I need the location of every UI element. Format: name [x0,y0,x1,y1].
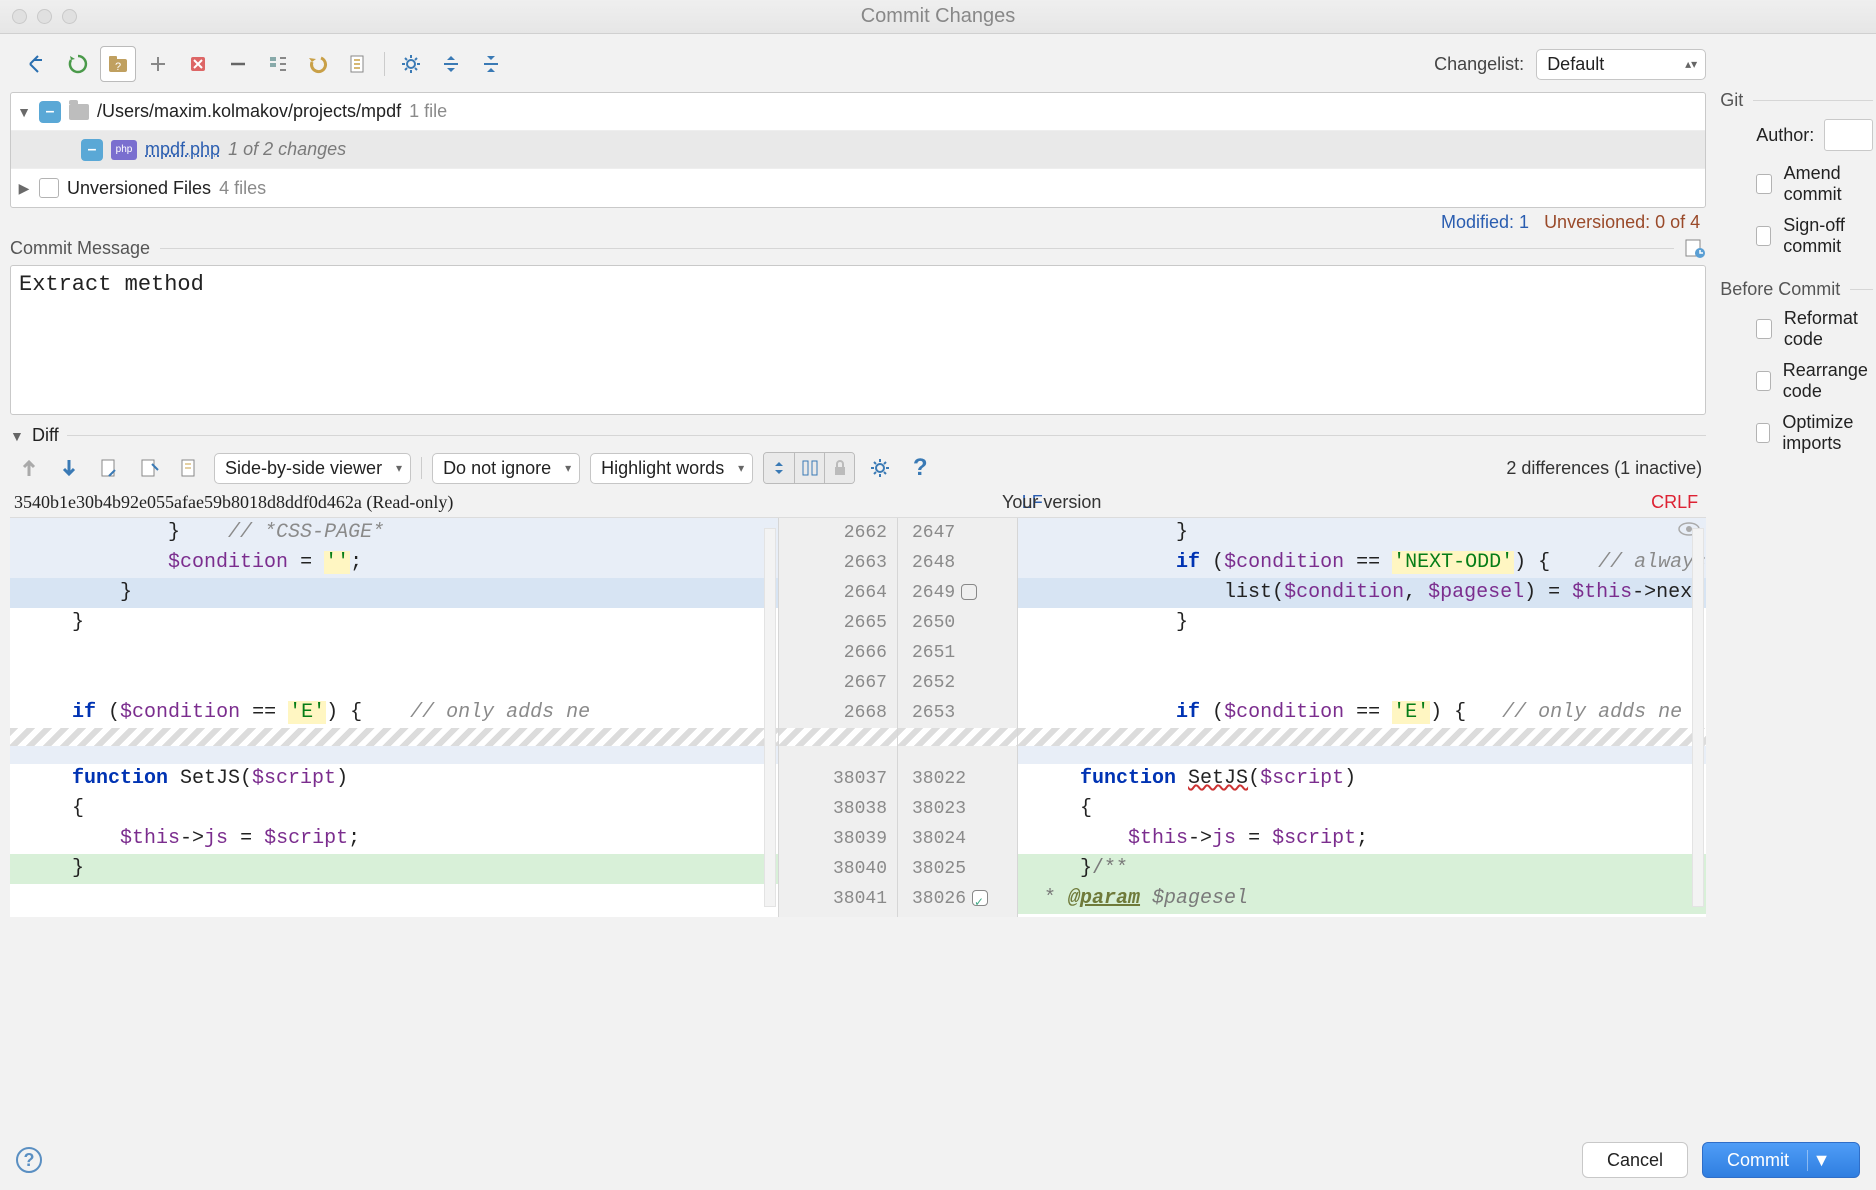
tree-row-file[interactable]: – php mpdf.php 1 of 2 changes [11,131,1705,169]
tree-row-project[interactable]: ▼ – /Users/maxim.kolmakov/projects/mpdf … [11,93,1705,131]
chevron-right-icon[interactable]: ▶ [17,180,31,197]
checkbox-partial-icon[interactable]: – [39,101,61,123]
help-icon[interactable]: ? [905,453,935,483]
show-diff-icon[interactable] [20,46,56,82]
tree-count: 4 files [219,178,266,199]
optimize-checkbox[interactable] [1756,423,1770,443]
diff-settings-icon[interactable] [865,453,895,483]
lock-icon[interactable] [824,453,854,483]
window-title: Commit Changes [0,5,1876,28]
git-section-label: Git [1720,90,1743,111]
refresh-icon[interactable] [60,46,96,82]
author-input[interactable] [1824,119,1873,151]
remove-icon[interactable] [220,46,256,82]
rearrange-label: Rearrange code [1783,360,1873,402]
diff-section-header: ▼ Diff [10,425,1706,446]
chevron-updown-icon: ▴▾ [1685,58,1697,70]
include-change-marker[interactable] [961,584,977,600]
tree-file-changes: 1 of 2 changes [228,139,346,160]
next-diff-icon[interactable] [54,453,84,483]
commit-message-label: Commit Message [10,238,150,259]
svg-text:?: ? [115,61,121,73]
chevron-down-icon: ▾ [565,461,571,475]
group-by-directory-icon[interactable]: ? [100,46,136,82]
cancel-button[interactable]: Cancel [1582,1142,1688,1178]
folder-icon [69,104,89,120]
checkbox-unchecked[interactable] [39,178,59,198]
add-icon[interactable] [140,46,176,82]
rearrange-checkbox[interactable] [1756,371,1771,391]
new-changelist-icon[interactable] [340,46,376,82]
delete-icon[interactable] [180,46,216,82]
right-eol-label: CRLF [1651,492,1698,513]
help-icon[interactable]: ? [16,1147,42,1173]
scrollbar[interactable] [764,528,776,907]
reformat-checkbox[interactable] [1756,319,1772,339]
vcs-status-summary: Modified: 1 Unversioned: 0 of 4 [10,208,1706,233]
diff-highlight-select[interactable]: Highlight words▾ [590,453,753,484]
right-revision-label: Your version [1002,492,1101,513]
scrollbar[interactable] [1692,528,1704,907]
diff-right-gutter: 26472648 2649 265026512652 2653 38022380… [898,518,1018,917]
diff-viewer-select[interactable]: Side-by-side viewer▾ [214,453,411,484]
diff-toolbar: Side-by-side viewer▾ Do not ignore▾ High… [10,448,1706,490]
diff-pane[interactable]: } // *CSS-PAGE* $condition = ''; } } if … [10,517,1706,917]
chevron-down-icon[interactable]: ▼ [17,104,31,120]
signoff-checkbox[interactable] [1756,226,1771,246]
sync-scroll-icon[interactable] [794,453,824,483]
diff-right-code[interactable]: } if ($condition == 'NEXT-ODD') { // alw… [1018,518,1706,917]
changelist-label: Changelist: [1434,54,1524,75]
compare-icon[interactable] [134,453,164,483]
commit-button[interactable]: Commit ▼ [1702,1142,1860,1178]
diff-ignore-select[interactable]: Do not ignore▾ [432,453,580,484]
left-pane: ? Changelist: Default ▴▾ ▼ – /Users/ [0,34,1716,1130]
reformat-label: Reformat code [1784,308,1873,350]
checkbox-partial-icon[interactable]: – [81,139,103,161]
right-pane: Git Author: Amend commit Sign-off commit… [1716,34,1876,1130]
dialog-footer: ? Cancel Commit ▼ [0,1130,1876,1190]
diff-left-gutter: 266226632664 266526662667 2668 380373803… [778,518,898,917]
diff-pane-header: 3540b1e30b4b92e055afae59b8018d8ddf0d462a… [10,490,1706,517]
chevron-down-icon: ▾ [396,461,402,475]
tree-row-unversioned[interactable]: ▶ Unversioned Files 4 files [11,169,1705,207]
changelist-value: Default [1547,54,1604,74]
collapse-all-icon[interactable] [473,46,509,82]
settings-icon[interactable] [393,46,429,82]
history-icon[interactable] [1684,237,1706,259]
diff-summary: 2 differences (1 inactive) [1506,458,1702,479]
collapse-unchanged-icon[interactable] [764,453,794,483]
signoff-label: Sign-off commit [1783,215,1873,257]
optimize-label: Optimize imports [1782,412,1873,454]
tree-file-name: mpdf.php [145,139,220,160]
tree-label: Unversioned Files [67,178,211,199]
amend-label: Amend commit [1784,163,1874,205]
revert-icon[interactable] [300,46,336,82]
tree-path: /Users/maxim.kolmakov/projects/mpdf [97,101,401,122]
expand-all-icon[interactable] [433,46,469,82]
diff-label: Diff [32,425,59,446]
chevron-down-icon: ▾ [738,461,744,475]
prev-diff-icon[interactable] [14,453,44,483]
changelist-select[interactable]: Default ▴▾ [1536,49,1706,80]
chevron-down-icon[interactable]: ▼ [10,428,24,444]
edit-icon[interactable] [174,453,204,483]
commit-message-header: Commit Message [10,237,1706,259]
changed-files-tree[interactable]: ▼ – /Users/maxim.kolmakov/projects/mpdf … [10,92,1706,208]
before-commit-label: Before Commit [1720,279,1840,300]
author-label: Author: [1756,125,1814,146]
commit-message-input[interactable]: Extract method [10,265,1706,415]
tree-file-count: 1 file [409,101,447,122]
amend-checkbox[interactable] [1756,174,1771,194]
left-revision-label: 3540b1e30b4b92e055afae59b8018d8ddf0d462a… [14,492,453,513]
php-file-icon: php [111,140,137,160]
jump-to-source-icon[interactable] [94,453,124,483]
titlebar: Commit Changes [0,0,1876,34]
commit-toolbar: ? Changelist: Default ▴▾ [10,40,1706,92]
diff-left-code[interactable]: } // *CSS-PAGE* $condition = ''; } } if … [10,518,778,917]
commit-dropdown-icon[interactable]: ▼ [1807,1150,1835,1171]
move-to-changelist-icon[interactable] [260,46,296,82]
include-change-marker-checked[interactable] [972,890,988,906]
